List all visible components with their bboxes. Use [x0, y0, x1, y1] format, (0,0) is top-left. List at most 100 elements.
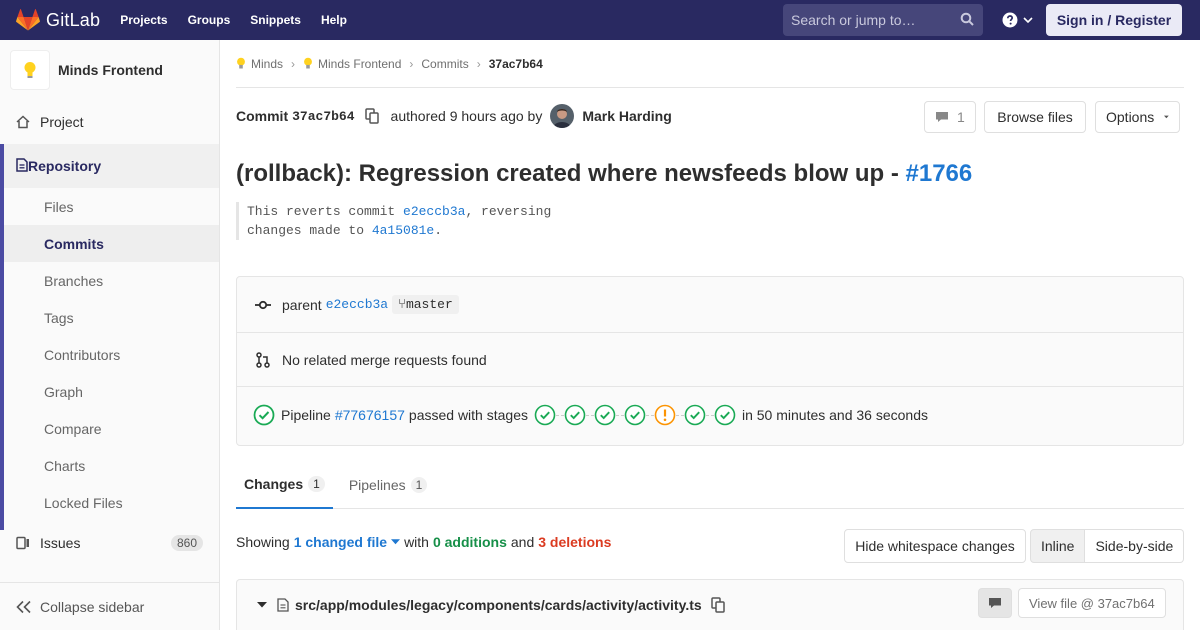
pipeline-stages	[534, 404, 736, 426]
pipeline-row: Pipeline #77676157 passed with stages in…	[237, 387, 1183, 443]
sidebar-subitem-compare[interactable]: Compare	[4, 410, 219, 447]
commit-title: (rollback): Regression created where new…	[236, 160, 972, 188]
diff-view-toggle: Inline Side-by-side	[1030, 529, 1185, 563]
sidebar-item-label: Repository	[28, 158, 102, 174]
lightbulb-icon	[24, 62, 36, 78]
parent-sha-link[interactable]: e2eccb3a	[326, 297, 388, 312]
sidebar-item-label: Project	[40, 114, 84, 130]
and-text: and	[510, 534, 535, 550]
double-chevron-left-icon	[16, 600, 31, 613]
collapse-sidebar-button[interactable]: Collapse sidebar	[0, 582, 219, 630]
side-by-side-view-button[interactable]: Side-by-side	[1085, 529, 1185, 563]
file-path[interactable]: src/app/modules/legacy/components/cards/…	[295, 597, 702, 613]
branch-tag[interactable]: ⑂master	[392, 295, 459, 314]
merge-request-icon	[253, 351, 273, 368]
breadcrumb: Minds › Minds Frontend › Commits › 37ac7…	[236, 40, 1184, 88]
sidebar-item-issues[interactable]: Issues 860	[0, 521, 219, 565]
hide-whitespace-button[interactable]: Hide whitespace changes	[844, 529, 1026, 563]
deletions-count: 3 deletions	[538, 534, 612, 550]
nav-snippets[interactable]: Snippets	[250, 13, 301, 27]
nav-groups[interactable]: Groups	[188, 13, 231, 27]
stage-success-icon[interactable]	[594, 404, 616, 426]
browse-files-button[interactable]: Browse files	[984, 101, 1086, 133]
sidebar-subitem-charts[interactable]: Charts	[4, 447, 219, 484]
stage-success-icon[interactable]	[684, 404, 706, 426]
breadcrumb-label: Minds Frontend	[318, 56, 402, 71]
stage-success-icon[interactable]	[714, 404, 736, 426]
breadcrumb-item[interactable]: Commits	[421, 57, 468, 71]
tab-count-badge: 1	[308, 475, 325, 492]
chevron-down-icon	[1023, 17, 1033, 24]
pipeline-label: Pipeline	[281, 407, 331, 423]
status-success-icon[interactable]	[253, 404, 275, 426]
caret-down-icon	[391, 539, 401, 545]
question-icon	[1002, 12, 1018, 28]
breadcrumb-item[interactable]: Minds Frontend	[303, 57, 401, 71]
inline-view-button[interactable]: Inline	[1030, 529, 1086, 563]
lightbulb-icon	[304, 57, 312, 69]
breadcrumb-current[interactable]: 37ac7b64	[489, 57, 543, 71]
stage-success-icon[interactable]	[564, 404, 586, 426]
pipeline-link[interactable]: #77676157	[335, 407, 405, 423]
avatar[interactable]	[550, 104, 575, 128]
stage-success-icon[interactable]	[534, 404, 556, 426]
sidebar: Minds Frontend Project Repository Files …	[0, 40, 220, 630]
tab-changes[interactable]: Changes 1	[236, 460, 333, 509]
brand-name: GitLab	[46, 9, 101, 30]
copy-icon[interactable]	[710, 597, 725, 613]
sidebar-project-header[interactable]: Minds Frontend	[0, 40, 219, 100]
commit-title-text: (rollback): Regression created where new…	[236, 160, 906, 187]
signin-button[interactable]: Sign in / Register	[1046, 4, 1182, 36]
chevron-right-icon: ›	[476, 56, 481, 71]
stage-connector	[555, 414, 564, 416]
tab-label: Pipelines	[348, 476, 406, 493]
sidebar-subitem-branches[interactable]: Branches	[4, 262, 219, 299]
author-name[interactable]: Mark Harding	[582, 108, 671, 124]
issues-icon	[16, 536, 32, 550]
commit-label: Commit	[236, 108, 289, 124]
breadcrumb-item[interactable]: Minds	[236, 57, 283, 71]
options-dropdown[interactable]: Options	[1095, 101, 1180, 133]
nav-projects[interactable]: Projects	[120, 13, 167, 27]
comment-icon	[989, 598, 1001, 608]
toggle-comments-button[interactable]	[978, 588, 1012, 618]
file-icon	[277, 598, 289, 612]
stage-success-icon[interactable]	[624, 404, 646, 426]
merge-request-text: No related merge requests found	[282, 351, 487, 368]
commit-link[interactable]: 4a15081e	[372, 223, 434, 238]
issue-link[interactable]: #1766	[906, 160, 973, 187]
parent-row: parent e2eccb3a ⑂master	[237, 277, 1183, 333]
sidebar-subitem-contributors[interactable]: Contributors	[4, 336, 219, 373]
comment-icon	[936, 112, 948, 122]
sidebar-subitem-locked-files[interactable]: Locked Files	[4, 484, 219, 521]
stage-connector	[705, 414, 714, 416]
copy-icon[interactable]	[364, 108, 379, 124]
gitlab-logo[interactable]: GitLab	[16, 9, 100, 31]
search-input[interactable]: Search or jump to…	[783, 4, 983, 36]
sidebar-item-project[interactable]: Project	[0, 100, 219, 144]
comments-button[interactable]: 1	[924, 101, 976, 133]
desc-text: , reversing	[465, 204, 552, 219]
tab-pipelines[interactable]: Pipelines 1	[341, 460, 436, 509]
view-file-button[interactable]: View file @ 37ac7b64	[1018, 588, 1166, 618]
sidebar-subitem-files[interactable]: Files	[4, 188, 219, 225]
breadcrumb-label: Minds	[251, 56, 284, 71]
lightbulb-icon	[237, 57, 245, 69]
stage-connector	[615, 414, 624, 416]
authored-text: authored 9 hours ago by	[390, 108, 543, 124]
commit-tabs: Changes 1 Pipelines 1	[236, 460, 1184, 509]
help-dropdown[interactable]	[1002, 12, 1034, 28]
commit-link[interactable]: e2eccb3a	[403, 204, 465, 219]
stage-warning-icon[interactable]	[654, 404, 676, 426]
sidebar-subitem-tags[interactable]: Tags	[4, 299, 219, 336]
sidebar-subitem-graph[interactable]: Graph	[4, 373, 219, 410]
desc-text: This reverts commit	[247, 204, 404, 219]
nav-help[interactable]: Help	[321, 13, 347, 27]
diff-summary: Showing 1 changed file with 0 additions …	[236, 534, 611, 550]
with-text: with	[404, 534, 429, 550]
sidebar-item-repository[interactable]: Repository	[0, 144, 219, 188]
caret-down-icon[interactable]	[257, 602, 267, 608]
pipeline-duration: in 50 minutes and 36 seconds	[741, 407, 928, 423]
changed-files-dropdown[interactable]: 1 changed file	[294, 534, 401, 550]
sidebar-subitem-commits[interactable]: Commits	[4, 225, 219, 262]
